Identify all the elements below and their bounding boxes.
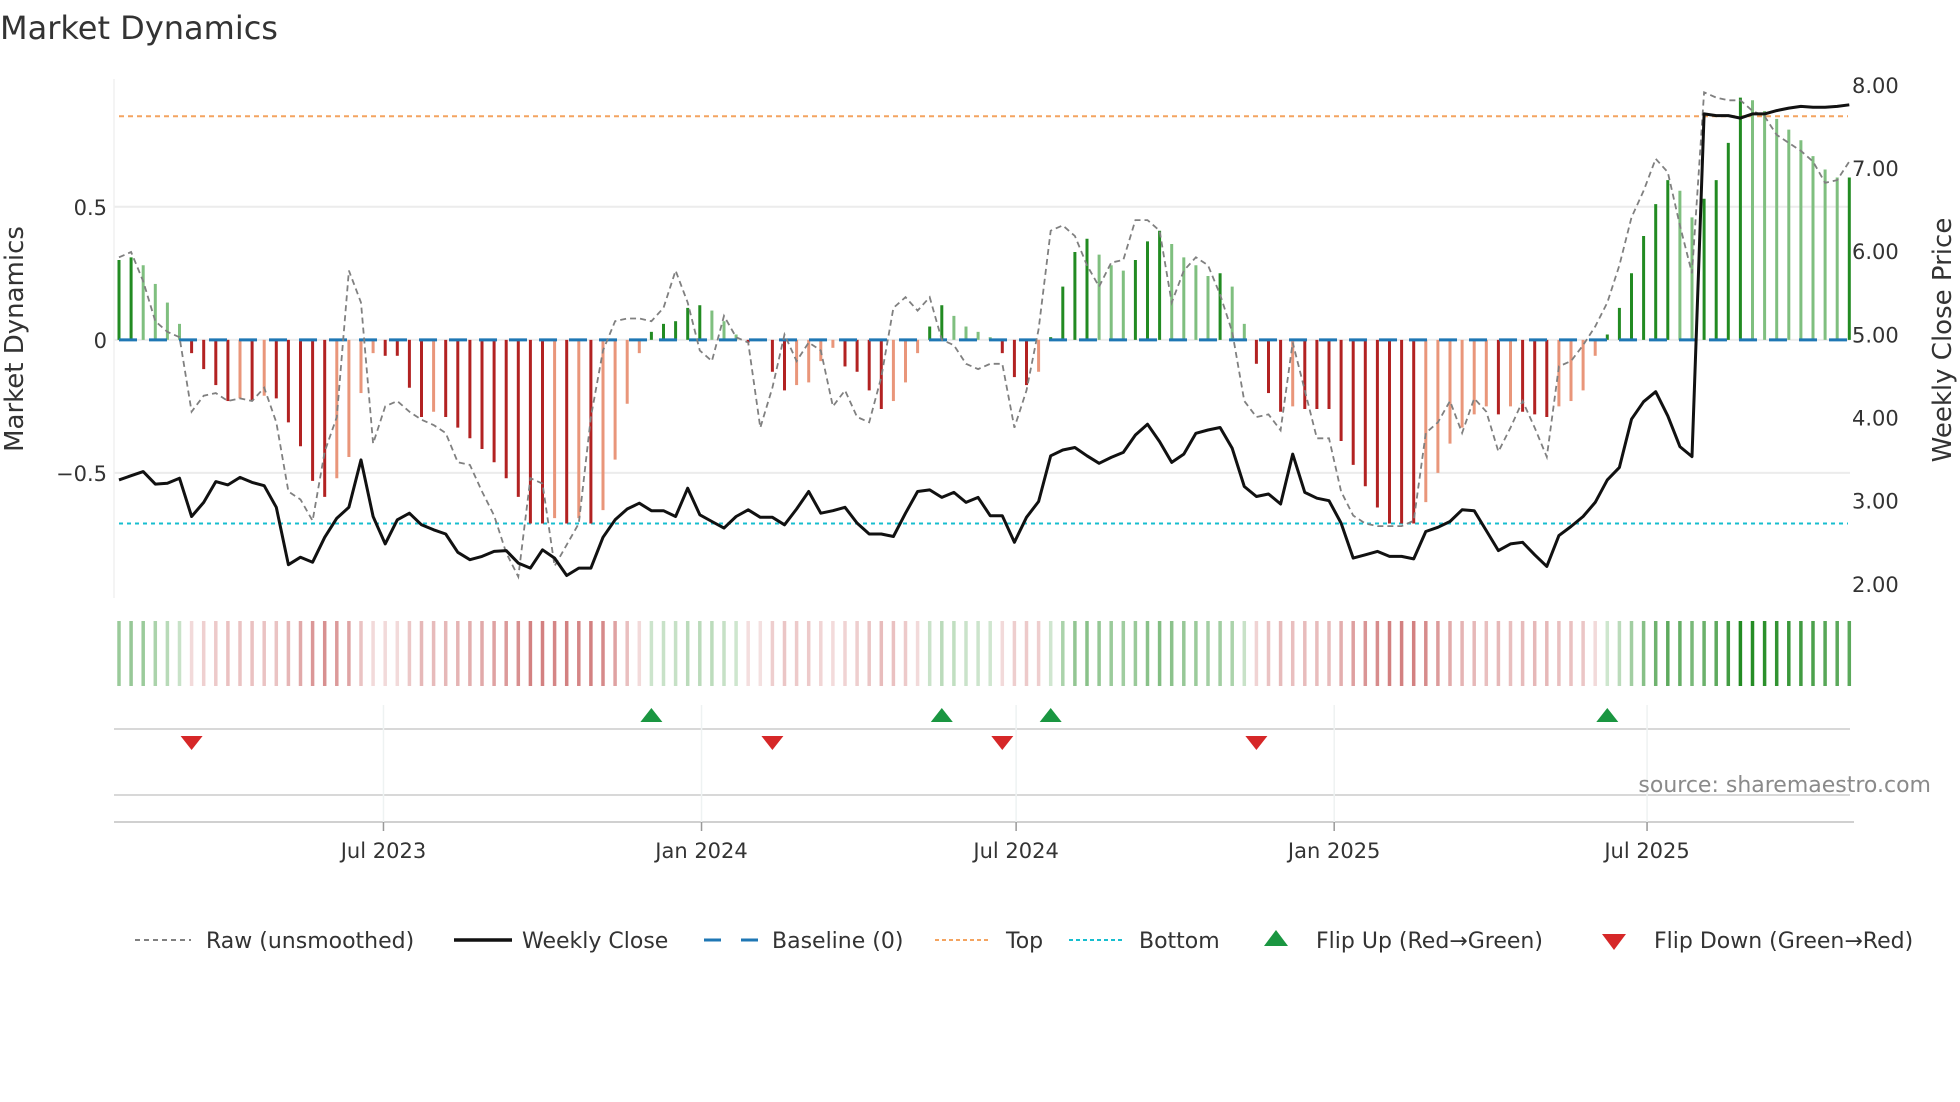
- momentum-bars: [117, 97, 1851, 524]
- x-tick-label: Jul 2024: [971, 839, 1058, 863]
- flip-up-marker: [930, 708, 953, 722]
- y-tick-label: 0.5: [74, 196, 107, 220]
- y2-tick-label: 7.00: [1852, 157, 1899, 181]
- flip-down-marker: [991, 736, 1014, 750]
- legend-label: Bottom: [1139, 929, 1220, 954]
- flip-up-marker: [1039, 708, 1062, 722]
- momentum-color-strip: [117, 621, 1852, 686]
- y-axis-title: Market Dynamics: [0, 226, 30, 452]
- series-lines: [118, 90, 1851, 580]
- y2-tick-label: 4.00: [1852, 407, 1899, 431]
- y2-tick-label: 3.00: [1852, 490, 1899, 514]
- legend-label: Raw (unsmoothed): [206, 929, 414, 954]
- y2-axis-title: Weekly Close Price: [1928, 218, 1958, 463]
- legend-label: Flip Down (Green→Red): [1654, 929, 1913, 954]
- axes: 0.5 0 −0.5 8.00 7.00 6.00 5.00 4.00 3.00 2.00 Jul …: [56, 74, 1899, 863]
- legend-label: Top: [1005, 929, 1043, 954]
- flip-down-marker: [1245, 736, 1268, 750]
- flip-down-marker: [180, 736, 203, 750]
- y-tick-label: 0: [94, 329, 107, 353]
- legend-label: Flip Up (Red→Green): [1316, 929, 1543, 954]
- flip-up-marker: [640, 708, 663, 722]
- y-tick-label: −0.5: [56, 462, 107, 486]
- legend-flip-down-icon: [1602, 934, 1626, 950]
- flip-up-marker: [1596, 708, 1619, 722]
- market-dynamics-chart: Market Dynamics 0.5 0 −0.5 8.00 7.00 6.00 5.00…: [0, 9, 1958, 954]
- source-label: source: sharemaestro.com: [1638, 773, 1931, 798]
- legend-label: Baseline (0): [772, 929, 903, 954]
- x-tick-label: Jan 2024: [653, 839, 748, 863]
- y2-tick-label: 6.00: [1852, 240, 1899, 264]
- legend-label: Weekly Close: [522, 929, 668, 954]
- y2-tick-label: 8.00: [1852, 74, 1899, 98]
- x-tick-label: Jan 2025: [1286, 839, 1381, 863]
- y2-tick-label: 2.00: [1852, 573, 1899, 597]
- y2-tick-label: 5.00: [1852, 323, 1899, 347]
- legend: Raw (unsmoothed) Weekly Close Baseline (0)…: [135, 929, 1913, 954]
- x-tick-label: Jul 2023: [339, 839, 426, 863]
- flip-down-marker: [761, 736, 784, 750]
- legend-flip-up-icon: [1264, 930, 1288, 946]
- chart-title: Market Dynamics: [0, 9, 278, 47]
- x-tick-label: Jul 2025: [1602, 839, 1689, 863]
